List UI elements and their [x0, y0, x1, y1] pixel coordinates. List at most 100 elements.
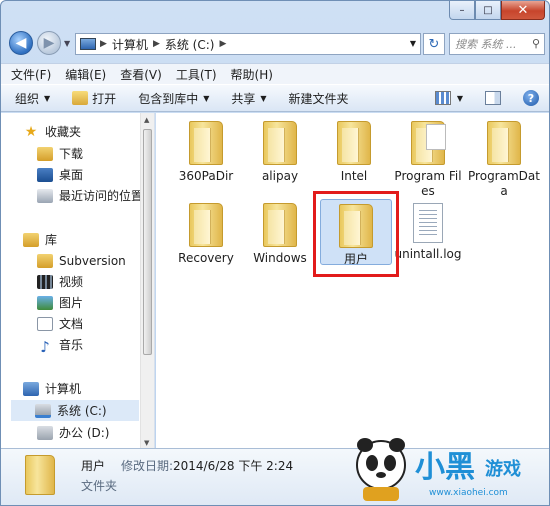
menu-view[interactable]: 查看(V): [120, 66, 162, 83]
details-type: 文件夹: [81, 479, 118, 493]
library-icon: [23, 232, 39, 247]
folder-item[interactable]: Program Files: [392, 121, 464, 199]
nav-libraries[interactable]: 库: [23, 229, 154, 250]
nav-label: 音乐: [59, 338, 84, 352]
scroll-up-icon[interactable]: ▲: [144, 116, 149, 124]
nav-label: 文档: [59, 317, 84, 331]
share-label: 共享: [231, 91, 256, 106]
watermark-url: www.xiaohei.com: [429, 488, 508, 498]
menu-help[interactable]: 帮助(H): [231, 66, 273, 83]
nav-desktop[interactable]: 桌面: [37, 164, 154, 185]
menu-tools[interactable]: 工具(T): [176, 66, 217, 83]
new-folder-button[interactable]: 新建文件夹: [289, 90, 349, 107]
refresh-button[interactable]: ↻: [423, 33, 445, 55]
nav-label: 收藏夹: [45, 125, 82, 139]
nav-drive-c[interactable]: 系统 (C:): [11, 400, 139, 421]
nav-documents[interactable]: 文档: [37, 313, 154, 334]
nav-label: 计算机: [45, 382, 82, 396]
minimize-button[interactable]: –: [449, 1, 475, 20]
chevron-right-icon[interactable]: ▶: [219, 39, 226, 49]
computer-icon: [23, 381, 39, 396]
search-icon: ⚲: [531, 37, 540, 50]
scroll-down-icon[interactable]: ▼: [144, 439, 149, 447]
pictures-icon: [37, 295, 53, 310]
nav-drive-d[interactable]: 办公 (D:): [37, 422, 154, 443]
nav-subversion[interactable]: Subversion: [37, 250, 154, 271]
chevron-right-icon[interactable]: ▶: [100, 39, 107, 49]
item-label: 360PaDir: [178, 169, 234, 183]
help-icon[interactable]: ?: [523, 90, 539, 106]
chevron-down-icon[interactable]: ▼: [457, 94, 463, 103]
svg-text:游戏: 游戏: [485, 458, 521, 480]
item-label: ProgramData: [468, 169, 540, 198]
item-label: Recovery: [178, 251, 234, 265]
svg-text:小黑: 小黑: [415, 450, 475, 485]
organize-label: 组织: [15, 91, 40, 106]
details-modified-value: 2014/6/28 下午 2:24: [173, 459, 294, 473]
folder-icon: [25, 455, 55, 495]
folder-icon: [337, 121, 371, 165]
include-label: 包含到库中: [138, 91, 199, 106]
nav-label: Subversion: [59, 253, 126, 268]
chevron-down-icon: ▼: [260, 93, 267, 103]
menu-edit[interactable]: 编辑(E): [65, 66, 106, 83]
close-button[interactable]: ✕: [501, 1, 545, 20]
folder-item[interactable]: alipay: [244, 121, 316, 184]
include-in-library-button[interactable]: 包含到库中 ▼: [138, 90, 209, 107]
drive-icon: [37, 425, 53, 440]
breadcrumb-computer[interactable]: 计算机: [112, 36, 148, 53]
organize-button[interactable]: 组织 ▼: [15, 90, 50, 107]
chevron-down-icon: ▼: [44, 93, 51, 103]
details-modified-label: 修改日期:: [121, 459, 174, 473]
text-file-icon: [413, 203, 443, 243]
address-bar[interactable]: ▶ 计算机 ▶ 系统 (C:) ▶ ▼: [75, 33, 421, 55]
open-button[interactable]: 打开: [72, 90, 116, 107]
video-icon: [37, 274, 53, 289]
nav-downloads[interactable]: 下载: [37, 143, 154, 164]
nav-computer[interactable]: 计算机: [23, 378, 154, 399]
nav-videos[interactable]: 视频: [37, 271, 154, 292]
highlight-box: [313, 191, 399, 277]
caption-buttons: – □ ✕: [449, 1, 545, 21]
folder-icon: [263, 121, 297, 165]
search-placeholder: 搜索 系统 ...: [455, 38, 517, 51]
nav-label: 视频: [59, 275, 84, 289]
view-options-icon[interactable]: [434, 91, 451, 105]
open-label: 打开: [92, 91, 117, 106]
menu-file[interactable]: 文件(F): [11, 66, 51, 83]
maximize-button[interactable]: □: [475, 1, 501, 20]
nav-recent[interactable]: 最近访问的位置: [37, 185, 154, 206]
file-item[interactable]: unintall.log: [392, 203, 464, 262]
search-input[interactable]: 搜索 系统 ... ⚲: [449, 33, 545, 55]
share-button[interactable]: 共享 ▼: [231, 90, 266, 107]
explorer-window: – □ ✕ ◀ ▶ ▼ ▶ 计算机 ▶ 系统 (C:) ▶ ▼ ↻ 搜索 系统 …: [0, 0, 550, 506]
forward-button[interactable]: ▶: [37, 31, 61, 55]
address-dropdown-icon[interactable]: ▼: [410, 39, 416, 48]
folder-item[interactable]: ProgramData: [468, 121, 540, 199]
desktop-icon: [37, 167, 53, 182]
nav-favorites[interactable]: ★ 收藏夹: [23, 121, 154, 142]
breadcrumb-drive-c[interactable]: 系统 (C:): [165, 36, 215, 53]
scroll-thumb[interactable]: [143, 129, 152, 355]
preview-pane-icon[interactable]: [485, 91, 501, 105]
nav-pictures[interactable]: 图片: [37, 292, 154, 313]
folder-icon: [189, 203, 223, 247]
nav-scrollbar[interactable]: ▲ ▼: [140, 113, 154, 450]
nav-label: 办公 (D:): [59, 426, 110, 440]
folder-icon: [263, 203, 297, 247]
folder-item[interactable]: Recovery: [170, 203, 242, 266]
back-button[interactable]: ◀: [9, 31, 33, 55]
details-pane: 用户 修改日期: 2014/6/28 下午 2:24 文件夹 小黑 游戏 www…: [1, 438, 549, 505]
nav-music[interactable]: ♪ 音乐: [37, 334, 154, 356]
nav-label: 系统 (C:): [57, 404, 107, 418]
chevron-right-icon[interactable]: ▶: [153, 39, 160, 49]
folder-item[interactable]: 360PaDir: [170, 121, 242, 184]
recent-pages-dropdown[interactable]: ▼: [64, 39, 70, 48]
music-icon: ♪: [40, 337, 50, 356]
folder-icon: [189, 121, 223, 165]
item-label: unintall.log: [394, 247, 462, 261]
item-label: alipay: [261, 169, 299, 183]
view-controls: ▼ ?: [434, 90, 539, 106]
folder-item[interactable]: Windows: [244, 203, 316, 266]
folder-item[interactable]: Intel: [318, 121, 390, 184]
